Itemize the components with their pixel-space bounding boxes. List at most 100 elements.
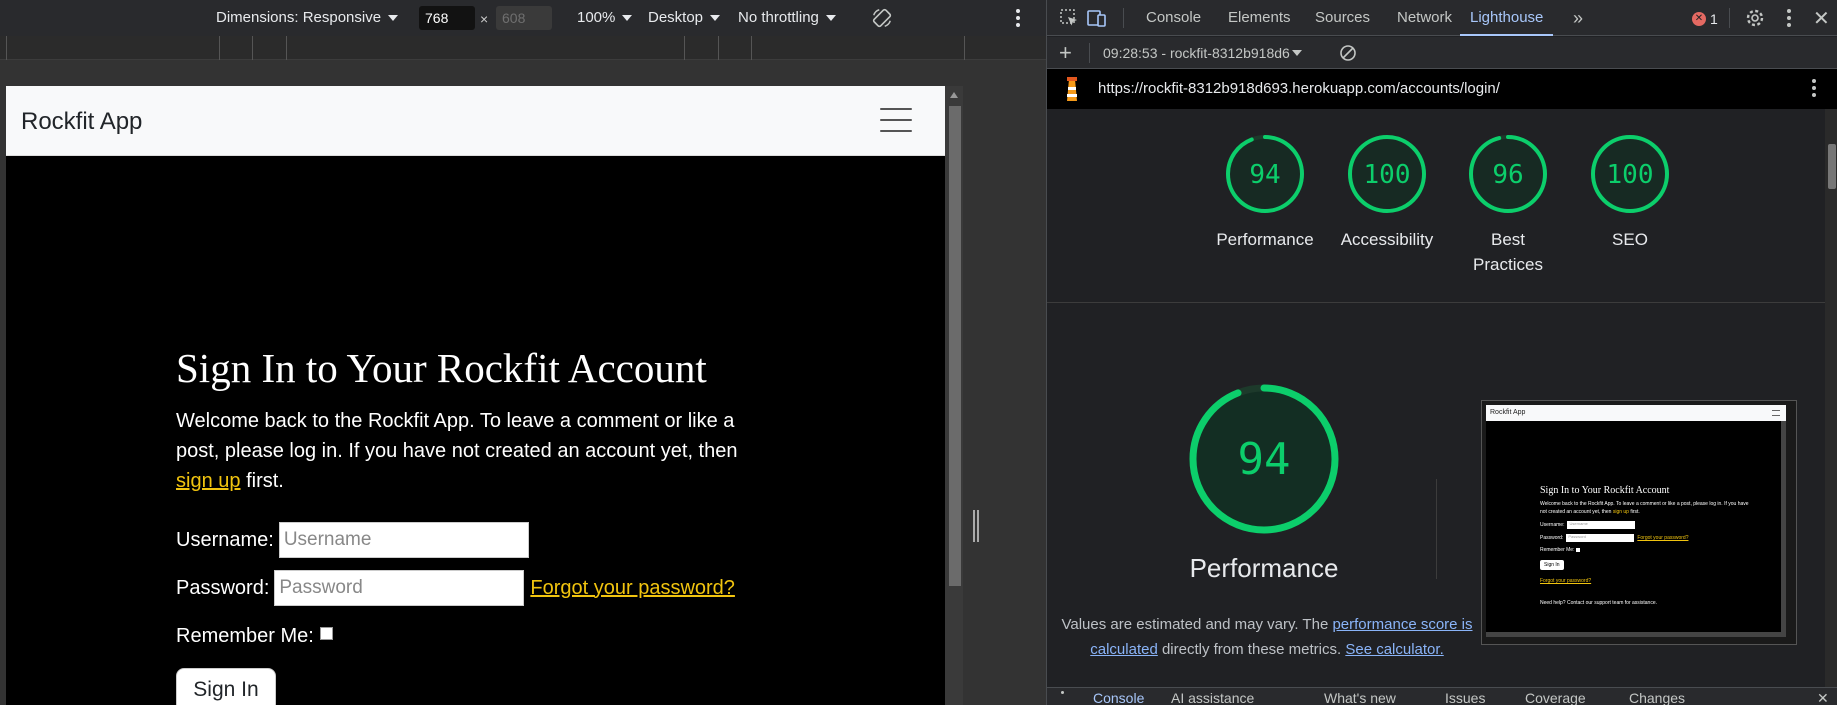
dimensions-dropdown[interactable]: Dimensions: Responsive [216,9,399,26]
drawer-tab-changes[interactable]: Changes [1629,690,1685,705]
height-input[interactable]: 608 [496,6,552,30]
username-label: Username: [176,528,274,551]
devtools-drawer-tabs: Console AI assistance What's new Issues … [1047,687,1837,705]
more-options-icon[interactable] [1015,9,1021,27]
close-icon[interactable]: ✕ [1813,6,1830,31]
throttling-dropdown[interactable]: No throttling [738,9,836,26]
thumbnail-first: first. [1630,509,1640,515]
device-toolbar-icon[interactable] [1087,8,1107,28]
intro-text: Welcome back to the Rockfit App. To leav… [176,406,766,496]
throttling-label: No throttling [738,9,819,26]
viewport-area: Rockfit App Sign In to Your Rockfit Acco… [0,60,1046,705]
viewport-resize-handle[interactable] [973,510,981,542]
gear-icon[interactable] [1745,8,1765,28]
tab-network[interactable]: Network [1397,0,1452,36]
drawer-tab-console[interactable]: Console [1093,690,1144,705]
times-symbol: × [480,11,489,27]
emulated-page: Rockfit App Sign In to Your Rockfit Acco… [6,86,945,705]
page-scrollbar[interactable] [945,86,963,705]
thumbnail-password-label: Password: [1540,535,1564,541]
thumbnail-password-input: Password [1566,534,1635,542]
error-icon: ✕ [1692,12,1706,26]
thumbnail-text1: Welcome back to the Rockfit App. To leav… [1540,501,1749,515]
drawer-tab-coverage[interactable]: Coverage [1525,690,1586,705]
signup-link[interactable]: sign up [176,470,241,492]
drawer-tab-whats-new[interactable]: What's new [1324,690,1396,705]
thumbnail-page: Rockfit App Sign In to Your Rockfit Acco… [1486,405,1786,637]
gauge-seo[interactable]: 100 SEO [1570,133,1690,252]
thumbnail-checkbox [1576,548,1581,552]
thumbnail-forgot-link: Forgot your password? [1637,535,1689,541]
device-type-dropdown[interactable]: Desktop [648,9,721,26]
tab-sources[interactable]: Sources [1315,0,1370,36]
plus-icon[interactable]: + [1059,40,1072,66]
drawer-close-icon[interactable]: ✕ [1817,690,1829,705]
page-title: Sign In to Your Rockfit Account [176,345,707,391]
gauge-accessibility[interactable]: 100 Accessibility [1327,133,1447,252]
remember-label: Remember Me: [176,624,314,647]
gauge-label-best-practices: Best Practices [1473,230,1543,274]
gauge-ring-best-practices: 96 [1469,135,1547,213]
thumbnail-link: sign up [1612,509,1629,515]
scrollbar-thumb[interactable] [949,106,961,586]
clear-icon[interactable] [1339,44,1357,62]
dimensions-label: Dimensions: Responsive [216,9,382,26]
more-tabs-icon[interactable]: » [1573,0,1583,36]
sign-in-button[interactable]: Sign In [176,668,276,705]
screen: Dimensions: Responsive 768 × 608 100% De… [0,0,1837,705]
error-counter[interactable]: ✕ 1 [1692,11,1718,27]
lighthouse-toolbar: + 09:28:53 - rockfit-8312b918d6 [1047,37,1837,69]
report-scrollbar-thumb[interactable] [1828,144,1836,189]
site-navbar: Rockfit App [6,86,945,156]
gauge-ring-performance: 94 [1226,135,1304,213]
devtools-tabbar: Console Elements Sources Network Lightho… [1047,0,1837,36]
big-score-value: 94 [1238,434,1291,485]
thumbnail-help-text: Need help? Contact our support team for … [1540,600,1658,606]
gauge-label-accessibility: Accessibility [1340,230,1434,249]
lighthouse-report: 94 Performance 100 Accessibility 96 Best Prac… [1047,109,1825,687]
remember-row: Remember Me: [176,612,776,660]
username-input[interactable] [278,522,529,558]
hamburger-menu-icon[interactable] [880,108,912,134]
thumbnail-remember-row: Remember Me: [1540,547,1750,553]
remember-checkbox[interactable] [319,626,333,640]
scroll-up-icon[interactable] [950,92,958,98]
gauge-ring-seo: 100 [1591,135,1669,213]
gauge-score-seo: 100 [1607,160,1654,190]
tab-console[interactable]: Console [1146,0,1201,36]
media-query-ruler [0,36,1046,60]
gauge-best-practices[interactable]: 96 Best Practices [1448,133,1568,277]
gauge-ring-accessibility: 100 [1348,135,1426,213]
width-input[interactable]: 768 [419,6,475,30]
chevron-down-icon [1291,50,1302,56]
thumbnail-heading: Sign In to Your Rockfit Account [1540,485,1670,496]
gauge-performance[interactable]: 94 Performance [1205,133,1325,252]
chevron-down-icon [388,14,399,21]
password-input[interactable] [274,570,525,606]
divider [1047,302,1825,303]
see-calculator-link[interactable]: See calculator. [1345,641,1443,658]
error-count: 1 [1710,11,1718,27]
tab-lighthouse[interactable]: Lighthouse [1460,0,1554,36]
rotate-icon[interactable] [871,7,893,29]
thumbnail-forgot-link-2: Forgot your password? [1540,578,1592,584]
intro-before: Welcome back to the Rockfit App. To leav… [176,410,738,462]
zoom-dropdown[interactable]: 100% [577,9,633,26]
thumbnail-username-input: Username [1567,521,1636,529]
drawer-tab-ai-assistance[interactable]: AI assistance [1171,690,1254,705]
site-brand[interactable]: Rockfit App [21,108,142,136]
thumbnail-hamburger-icon [1772,410,1780,416]
drawer-tab-issues[interactable]: Issues [1445,690,1485,705]
final-screenshot-thumbnail[interactable]: Rockfit App Sign In to Your Rockfit Acco… [1481,400,1797,645]
forgot-password-link[interactable]: Forgot your password? [530,577,735,600]
gauge-label-performance: Performance [1216,230,1314,249]
thumbnail-hscrollbar [1486,632,1786,637]
report-menu-icon[interactable] [1812,79,1816,97]
inspect-element-icon[interactable] [1059,8,1079,28]
report-selector[interactable]: 09:28:53 - rockfit-8312b918d6 [1103,45,1302,61]
drawer-menu-icon[interactable] [1061,691,1064,694]
report-scrollbar[interactable] [1825,109,1837,687]
devtools-menu-icon[interactable] [1787,9,1791,27]
tab-elements[interactable]: Elements [1228,0,1291,36]
password-label: Password: [176,576,270,599]
